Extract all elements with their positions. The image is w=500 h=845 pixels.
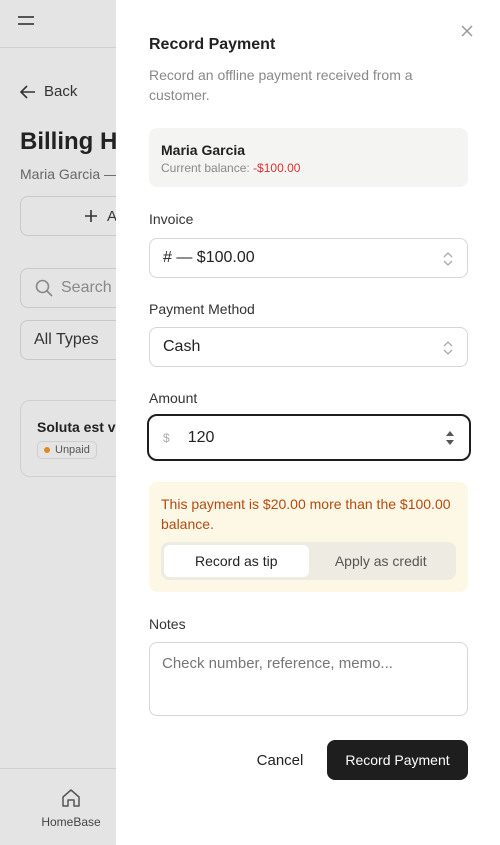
drawer-title: Record Payment <box>149 36 276 53</box>
search-placeholder: Search <box>61 279 112 296</box>
status-dot <box>44 447 50 453</box>
apply-as-credit-option[interactable]: Apply as credit <box>309 545 454 577</box>
stepper-icon[interactable] <box>445 429 455 447</box>
amount-label: Amount <box>149 390 198 406</box>
overpayment-message: This payment is $20.00 more than the $10… <box>161 496 451 532</box>
search-icon <box>35 279 53 297</box>
overpayment-warning: This payment is $20.00 more than the $10… <box>149 482 468 592</box>
balance-label: Current balance: <box>161 161 250 175</box>
chevron-updown-icon <box>443 252 453 266</box>
menu-icon[interactable] <box>18 16 34 28</box>
home-icon <box>62 789 80 807</box>
page-subtitle: Maria Garcia — <box>20 166 119 182</box>
notes-label: Notes <box>149 616 186 632</box>
customer-card: Maria Garcia Current balance: -$100.00 <box>149 128 468 187</box>
payment-method-select[interactable]: Cash <box>149 327 468 367</box>
invoice-value: # — $100.00 <box>163 249 255 266</box>
plus-icon <box>85 210 97 222</box>
chevron-updown-icon <box>443 341 453 355</box>
nav-home-label: HomeBase <box>41 815 101 829</box>
back-link[interactable]: Back <box>20 83 77 100</box>
record-as-tip-option[interactable]: Record as tip <box>164 545 309 577</box>
close-icon <box>461 25 473 37</box>
record-payment-drawer: Record Payment Record an offline payment… <box>116 0 500 845</box>
close-button[interactable] <box>460 24 476 40</box>
status-badge: Unpaid <box>37 441 97 459</box>
back-label: Back <box>44 83 78 100</box>
status-label: Unpaid <box>55 444 90 456</box>
customer-balance: Current balance: -$100.00 <box>161 161 456 175</box>
amount-input[interactable]: $ 120 <box>147 414 471 461</box>
nav-home[interactable]: HomeBase <box>40 787 102 829</box>
record-payment-button[interactable]: Record Payment <box>327 740 468 780</box>
arrow-left-icon <box>20 84 35 99</box>
notes-field[interactable] <box>149 642 468 716</box>
overpayment-toggle: Record as tip Apply as credit <box>161 542 456 580</box>
payment-method-value: Cash <box>163 338 201 355</box>
cancel-button[interactable]: Cancel <box>245 740 315 780</box>
invoice-select[interactable]: # — $100.00 <box>149 238 468 278</box>
invoice-label: Invoice <box>149 211 194 227</box>
amount-value: 120 <box>187 428 215 446</box>
customer-name: Maria Garcia <box>161 142 246 158</box>
page-title: Billing Hi <box>20 128 124 155</box>
payment-method-label: Payment Method <box>149 301 255 317</box>
currency-symbol: $ <box>163 430 170 445</box>
balance-value: -$100.00 <box>253 161 301 175</box>
drawer-description: Record an offline payment received from … <box>149 67 413 103</box>
